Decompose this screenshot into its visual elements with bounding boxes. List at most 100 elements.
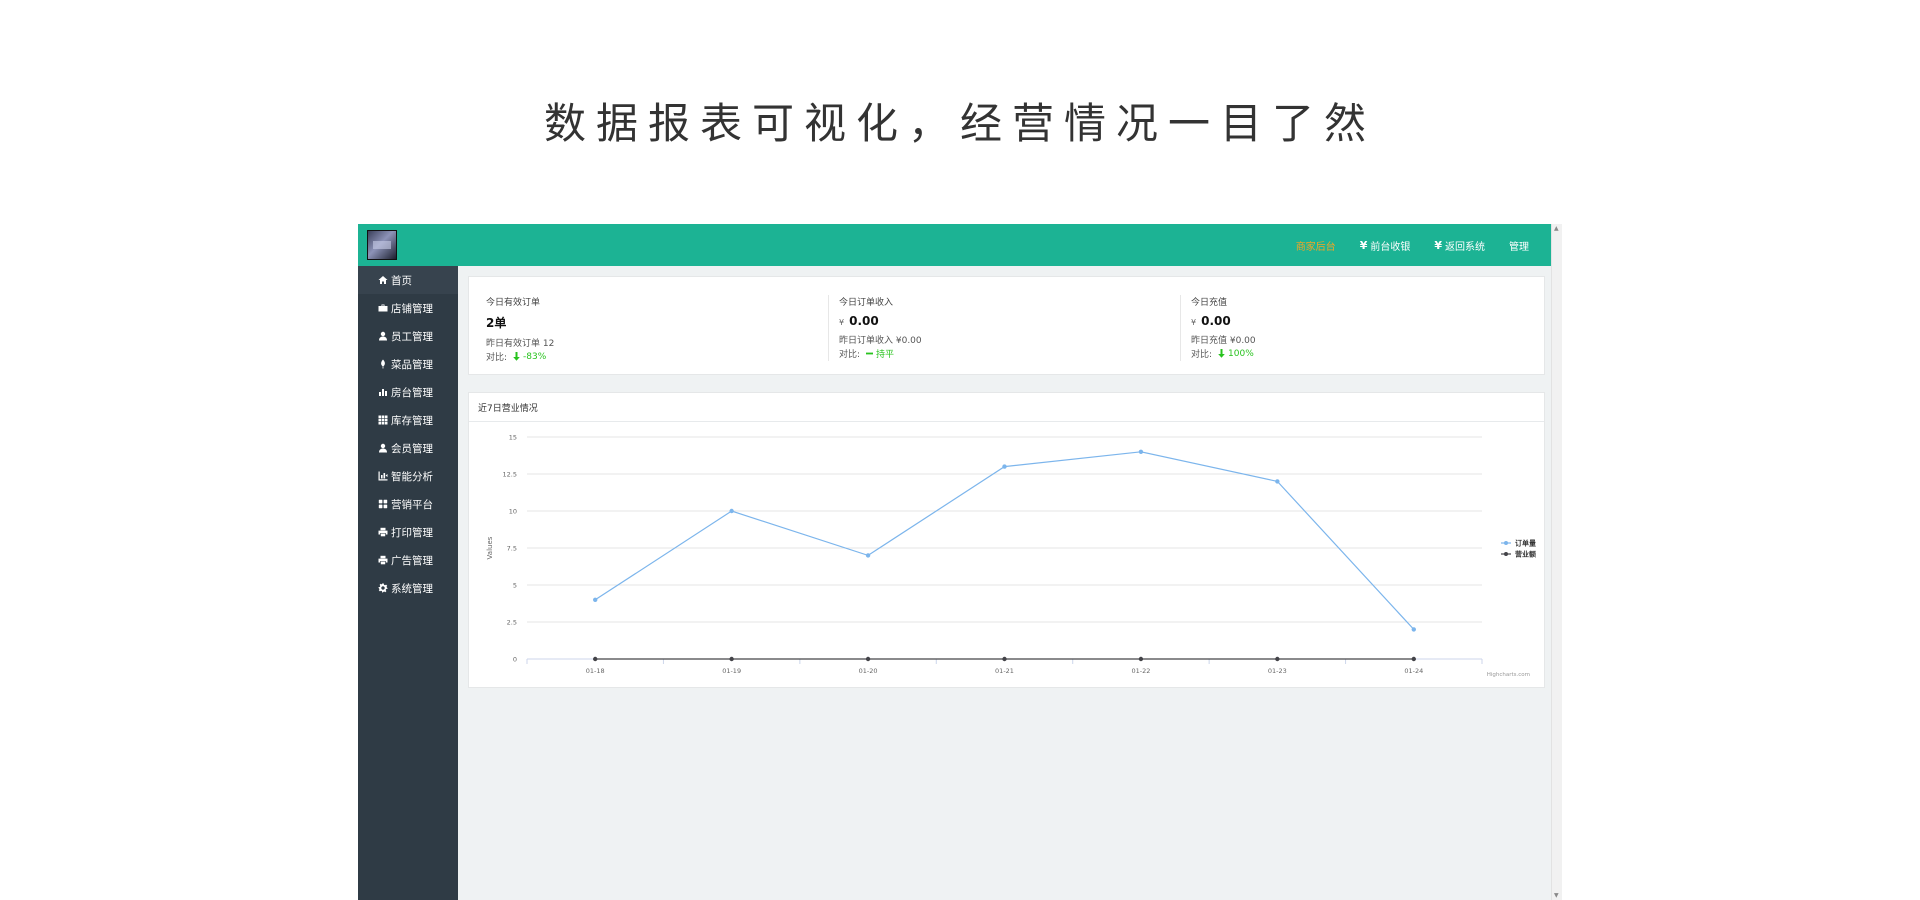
compare-value-text: -83% — [523, 351, 547, 362]
stat-previous: 昨日有效订单 12 — [486, 339, 555, 349]
analysis-icon — [377, 470, 389, 482]
minus-icon — [866, 352, 874, 355]
data-point — [1275, 479, 1280, 484]
sidebar-item-dishes[interactable]: 菜品管理 — [358, 350, 458, 378]
grid-icon — [377, 414, 389, 426]
user-icon — [377, 330, 389, 342]
x-tick-label: 01-18 — [586, 667, 605, 675]
sidebar-item-tables[interactable]: 房台管理 — [358, 378, 458, 406]
stat-compare: 对比: 100% — [1191, 347, 1527, 361]
stat-label: 今日有效订单 — [486, 298, 541, 308]
x-tick-label: 01-23 — [1268, 667, 1287, 675]
compare-value: -83% — [513, 352, 546, 362]
sidebar-item-label: 店铺管理 — [391, 302, 433, 315]
top-nav: 商家后台 ¥ 前台收银 ¥ 返回系统 管理 — [1296, 224, 1529, 266]
x-tick-label: 01-24 — [1404, 667, 1423, 675]
data-point — [1411, 656, 1416, 662]
sidebar-item-store[interactable]: 店铺管理 — [358, 294, 458, 322]
printer-icon — [377, 554, 389, 566]
leaf-icon — [377, 358, 389, 370]
scrollbar[interactable]: ▲ ▼ — [1551, 224, 1562, 900]
currency-symbol: ¥ — [839, 318, 845, 327]
sidebar-item-label: 广告管理 — [391, 554, 433, 567]
y-tick-label: 7.5 — [507, 545, 517, 553]
hero-title: 数据报表可视化，经营情况一目了然 — [543, 99, 1376, 148]
stat-value-number: 0.00 — [849, 314, 879, 328]
sidebar-item-printing[interactable]: 打印管理 — [358, 518, 458, 546]
legend-item-label: 营业额 — [1515, 550, 1536, 559]
sidebar: 首页 店铺管理 员工管理 菜品管理 房台管理 库存管理 会员管理 智能分析 营销… — [358, 266, 458, 900]
stat-today-recharge: 今日充值 ¥0.00 昨日充值 ¥0.00 对比: 100% — [1180, 295, 1527, 361]
stat-today-income: 今日订单收入 ¥0.00 昨日订单收入 ¥0.00 对比: 持平 — [828, 295, 1175, 361]
sidebar-item-label: 员工管理 — [391, 330, 433, 343]
nav-admin-label: 管理 — [1509, 241, 1529, 253]
chart-credits[interactable]: Highcharts.com — [1487, 672, 1530, 678]
x-tick-label: 01-21 — [995, 667, 1014, 675]
app-window: 商家后台 ¥ 前台收银 ¥ 返回系统 管理 ▲ ▼ 首页 店铺管理 员工管理 菜… — [358, 224, 1562, 900]
nav-merchant-backend-label: 商家后台 — [1295, 241, 1336, 253]
nav-return-system[interactable]: ¥ 返回系统 — [1434, 238, 1485, 253]
stat-previous: 昨日充值 ¥0.00 — [1191, 336, 1256, 346]
store-logo[interactable] — [367, 230, 397, 260]
compare-label: 对比: — [839, 350, 861, 360]
gear-icon — [377, 582, 389, 594]
sidebar-item-marketing[interactable]: 营销平台 — [358, 490, 458, 518]
scroll-down-icon[interactable]: ▼ — [1554, 892, 1559, 899]
sidebar-item-label: 会员管理 — [391, 442, 433, 455]
nav-return-system-label: 返回系统 — [1445, 241, 1485, 253]
sidebar-item-members[interactable]: 会员管理 — [358, 434, 458, 462]
legend-symbol-marker — [1504, 541, 1508, 545]
stat-previous: 昨日订单收入 ¥0.00 — [839, 336, 922, 346]
data-point — [1138, 449, 1144, 454]
line-chart: 0 2.5 5 7.5 10 12.5 15 Values 01-18 01-19 01-20 01-… — [486, 434, 1536, 676]
nav-front-cashier[interactable]: ¥ 前台收银 — [1360, 238, 1411, 253]
y-tick-label: 15 — [509, 434, 517, 442]
y-tick-label: 0 — [513, 656, 517, 664]
briefcase-icon — [377, 302, 389, 314]
stat-value: 2单 — [486, 316, 507, 330]
y-tick-label: 12.5 — [503, 471, 517, 479]
sidebar-item-ads[interactable]: 广告管理 — [358, 546, 458, 574]
stat-compare: 对比: -83% — [486, 350, 823, 364]
compare-value-text: 持平 — [876, 350, 895, 360]
sidebar-item-label: 房台管理 — [391, 386, 433, 399]
sidebar-item-system[interactable]: 系统管理 — [358, 574, 458, 602]
printer-icon — [377, 526, 389, 538]
legend-symbol-marker — [1504, 552, 1508, 556]
data-point — [865, 656, 871, 662]
sidebar-item-analysis[interactable]: 智能分析 — [358, 462, 458, 490]
arrow-down-icon — [1218, 349, 1225, 358]
sidebar-item-label: 智能分析 — [391, 470, 433, 483]
data-point — [1411, 627, 1416, 632]
stats-panel: 今日有效订单 2单 昨日有效订单 12 对比: -83% 今日订单收入 ¥0.0… — [468, 276, 1545, 375]
sidebar-item-label: 库存管理 — [391, 414, 433, 427]
stat-label: 今日订单收入 — [839, 298, 894, 308]
scroll-up-icon[interactable]: ▲ — [1554, 225, 1559, 232]
data-point — [729, 656, 734, 662]
sidebar-item-inventory[interactable]: 库存管理 — [358, 406, 458, 434]
stat-value-number: 0.00 — [1201, 314, 1231, 328]
sidebar-item-home[interactable]: 首页 — [358, 266, 458, 294]
data-point — [729, 508, 734, 514]
home-icon — [377, 274, 389, 286]
y-tick-label: 5 — [513, 582, 517, 590]
y-axis-title: Values — [486, 536, 494, 559]
sidebar-item-label: 营销平台 — [391, 498, 433, 511]
x-tick-label: 01-19 — [722, 667, 741, 675]
top-navbar: 商家后台 ¥ 前台收银 ¥ 返回系统 管理 — [358, 224, 1551, 266]
y-tick-label: 2.5 — [507, 619, 517, 627]
nav-admin[interactable]: 管理 — [1509, 238, 1529, 253]
sidebar-item-label: 系统管理 — [391, 582, 433, 595]
nav-merchant-backend[interactable]: 商家后台 — [1296, 238, 1336, 253]
x-tick-label: 01-22 — [1131, 667, 1150, 675]
y-tick-label: 10 — [509, 508, 517, 516]
compare-label: 对比: — [486, 353, 508, 363]
compare-value: 100% — [1218, 349, 1254, 359]
sidebar-item-staff[interactable]: 员工管理 — [358, 322, 458, 350]
sidebar-item-label: 首页 — [391, 274, 412, 287]
data-point — [1275, 656, 1280, 662]
data-point — [865, 553, 871, 558]
currency-symbol: ¥ — [1191, 318, 1197, 327]
stat-value: ¥0.00 — [839, 314, 1175, 328]
stat-today-orders: 今日有效订单 2单 昨日有效订单 12 对比: -83% — [476, 295, 823, 364]
